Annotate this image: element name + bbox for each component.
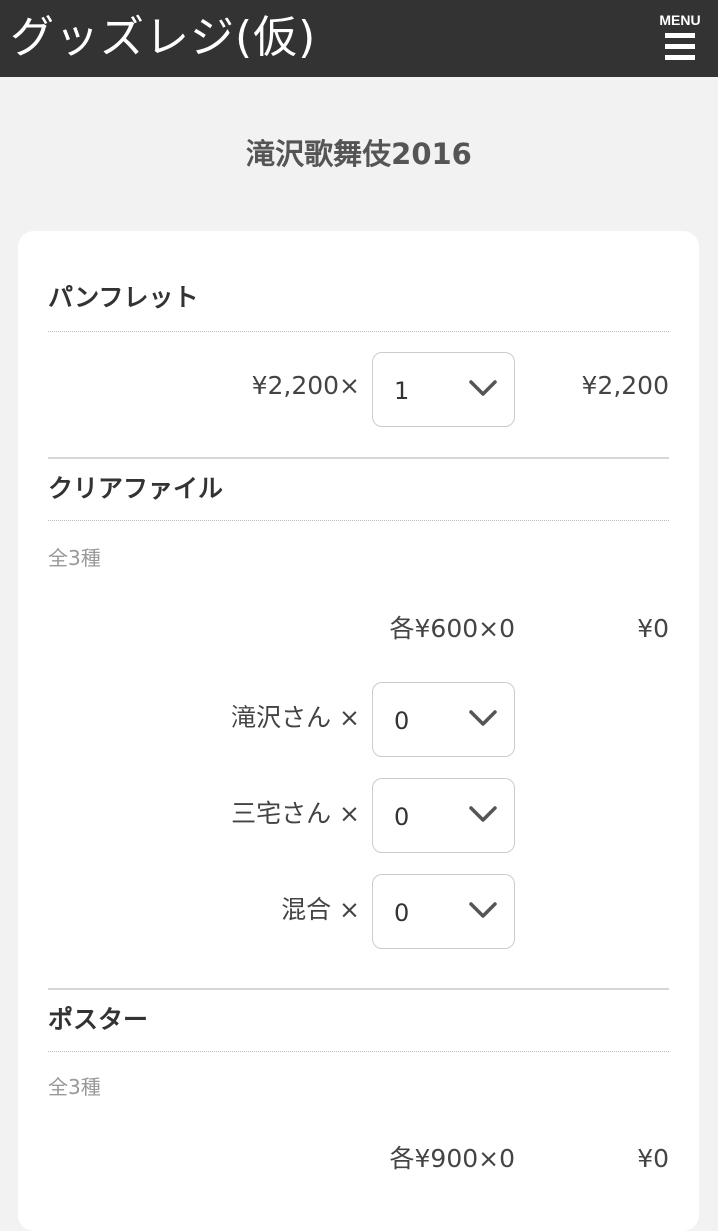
pamphlet-quantity-value: 1: [394, 377, 410, 405]
poster-total: ¥0: [637, 1144, 669, 1173]
pamphlet-unit-price: ¥2,200×: [251, 371, 360, 400]
app-header: グッズレジ(仮) MENU: [0, 0, 718, 77]
menu-button[interactable]: MENU: [656, 12, 704, 60]
app-title[interactable]: グッズレジ(仮): [10, 10, 316, 66]
variant-quantity-select-takizawa[interactable]: 0: [372, 682, 515, 757]
clearfile-variants-note: 全3種: [48, 546, 101, 570]
divider: [48, 520, 669, 521]
pamphlet-total: ¥2,200: [581, 371, 669, 400]
variant-quantity-value: 0: [394, 803, 410, 831]
variant-quantity-select-mixed[interactable]: 0: [372, 874, 515, 949]
section-divider: [48, 988, 669, 990]
hamburger-icon: [665, 33, 695, 60]
clearfile-each-price: 各¥600×0: [389, 614, 515, 643]
menu-label: MENU: [659, 12, 701, 28]
goods-card: パンフレット ¥2,200× 1 ¥2,200 クリアファイル 全3種 各¥60…: [18, 231, 699, 1231]
poster-each-price: 各¥900×0: [389, 1144, 515, 1173]
item-name-poster: ポスター: [48, 1005, 149, 1034]
chevron-down-icon: [469, 806, 497, 822]
variant-label-takizawa: 滝沢さん ×: [231, 703, 360, 732]
page-title: 滝沢歌舞伎2016: [246, 137, 472, 171]
variant-quantity-value: 0: [394, 899, 410, 927]
pamphlet-quantity-select[interactable]: 1: [372, 352, 515, 427]
variant-label-mixed: 混合 ×: [281, 895, 360, 924]
divider: [48, 331, 669, 332]
chevron-down-icon: [469, 902, 497, 918]
clearfile-total: ¥0: [637, 614, 669, 643]
section-divider: [48, 457, 669, 459]
item-name-clearfile: クリアファイル: [48, 474, 224, 503]
poster-variants-note: 全3種: [48, 1075, 101, 1099]
item-name-pamphlet: パンフレット: [48, 283, 199, 312]
variant-quantity-value: 0: [394, 707, 410, 735]
chevron-down-icon: [469, 380, 497, 396]
chevron-down-icon: [469, 710, 497, 726]
divider: [48, 1051, 669, 1052]
variant-label-miyake: 三宅さん ×: [231, 799, 360, 828]
variant-quantity-select-miyake[interactable]: 0: [372, 778, 515, 853]
